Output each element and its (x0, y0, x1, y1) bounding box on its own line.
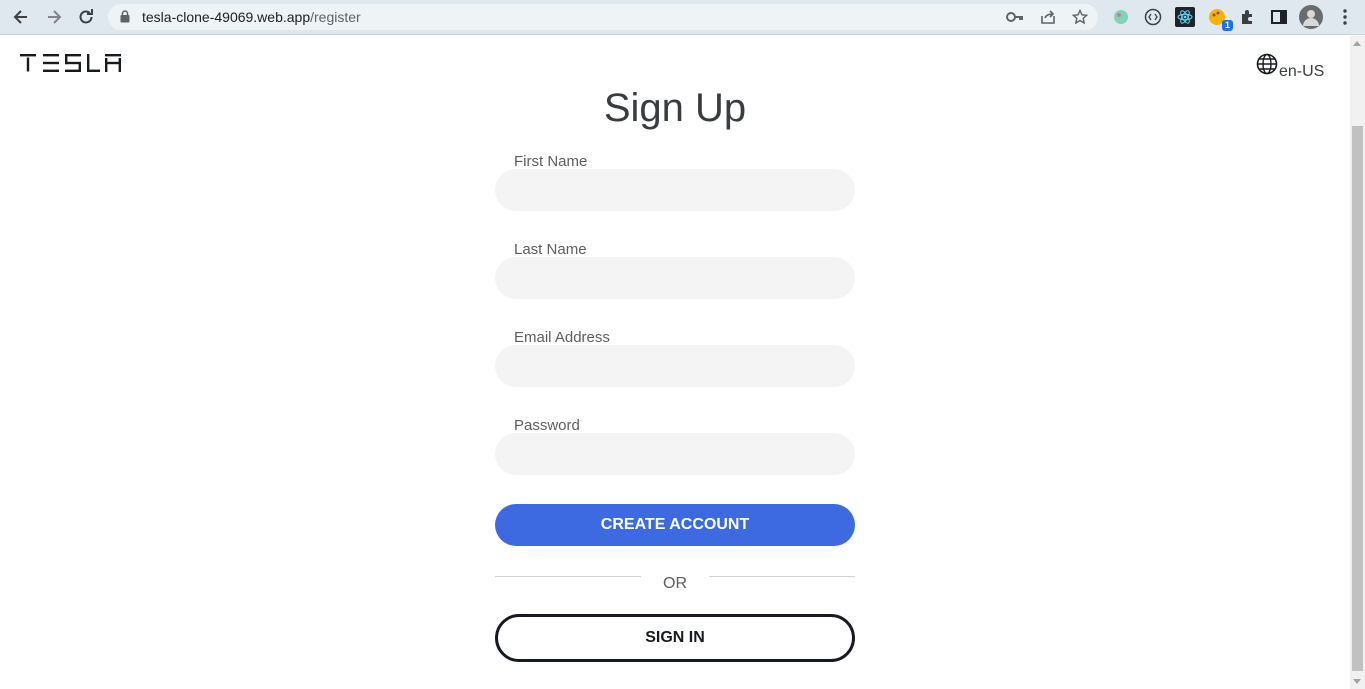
last-name-label: Last Name (514, 241, 587, 258)
share-icon[interactable] (1038, 7, 1058, 27)
language-selector[interactable]: en-US (1256, 53, 1324, 80)
extension-badge: 1 (1221, 20, 1233, 31)
bookmark-star-icon[interactable] (1070, 7, 1090, 27)
create-account-button[interactable]: CREATE ACCOUNT (495, 504, 855, 546)
extension-code-icon[interactable] (1141, 5, 1165, 29)
url-text: tesla-clone-49069.web.app/register (142, 9, 361, 25)
register-page: en-US Sign Up First Name Last Name Email… (0, 36, 1350, 689)
tesla-logo[interactable] (20, 54, 121, 77)
forward-button[interactable] (41, 4, 67, 30)
globe-icon (1256, 53, 1278, 75)
divider-left (495, 576, 641, 577)
page-scrollbar[interactable] (1350, 36, 1365, 689)
tesla-wordmark-icon (20, 54, 121, 72)
scroll-up-arrow-icon[interactable] (1353, 41, 1361, 46)
back-button[interactable] (8, 4, 34, 30)
forward-arrow-icon (48, 10, 62, 24)
or-separator: OR (663, 575, 687, 592)
side-panel-icon[interactable] (1267, 5, 1291, 29)
reload-icon (79, 9, 93, 24)
url-host: tesla-clone-49069.web.app (142, 9, 311, 25)
sign-in-button[interactable]: SIGN IN (495, 614, 855, 662)
password-input[interactable] (495, 433, 855, 475)
browser-toolbar: tesla-clone-49069.web.app/register 1 (0, 0, 1365, 35)
first-name-input[interactable] (495, 169, 855, 211)
url-path: /register (310, 9, 361, 25)
react-devtools-icon[interactable] (1173, 5, 1197, 29)
language-label: en-US (1279, 63, 1325, 80)
email-input[interactable] (495, 345, 855, 387)
last-name-input[interactable] (495, 257, 855, 299)
extensions-puzzle-icon[interactable] (1236, 5, 1260, 29)
extension-palette-icon[interactable]: 1 (1205, 5, 1233, 31)
profile-avatar[interactable] (1299, 5, 1323, 29)
back-arrow-icon (13, 10, 27, 24)
page-title: Sign Up (603, 86, 747, 130)
scroll-down-arrow-icon[interactable] (1353, 679, 1361, 684)
reload-button[interactable] (73, 4, 99, 30)
key-icon[interactable] (1005, 7, 1025, 27)
first-name-label: First Name (514, 153, 588, 170)
browser-menu-icon[interactable] (1333, 5, 1357, 29)
password-label: Password (514, 417, 580, 434)
extension-colorpicker-icon[interactable] (1109, 5, 1133, 29)
divider-right (709, 576, 855, 577)
address-bar[interactable]: tesla-clone-49069.web.app/register (108, 4, 1098, 30)
scroll-thumb[interactable] (1352, 126, 1363, 671)
lock-icon (120, 10, 130, 28)
email-label: Email Address (514, 329, 610, 346)
